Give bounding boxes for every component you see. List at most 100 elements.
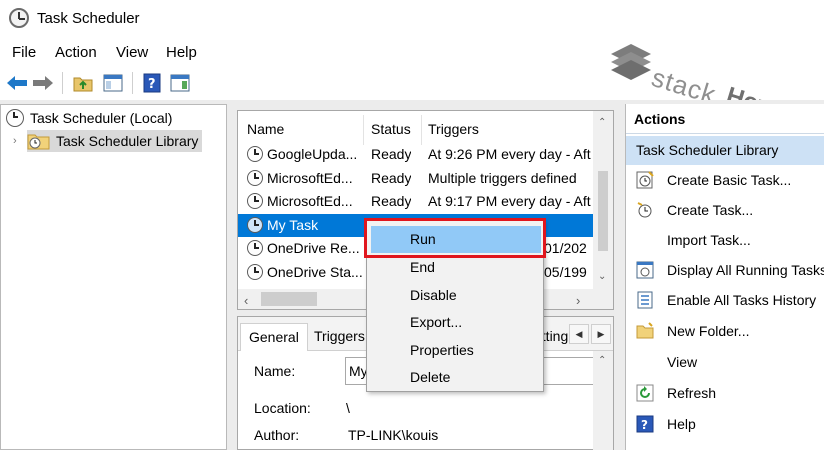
- task-triggers: Multiple triggers defined: [428, 170, 577, 186]
- run-highlight-box: [364, 218, 546, 258]
- actions-section-library[interactable]: Task Scheduler Library: [626, 136, 824, 165]
- context-menu-disable[interactable]: Disable: [367, 282, 543, 309]
- tab-scroll-right-icon[interactable]: ▶: [591, 324, 611, 344]
- horizontal-scroll-thumb[interactable]: [261, 292, 317, 306]
- task-status: Ready: [371, 146, 412, 162]
- task-scheduler-clock-icon: [9, 8, 29, 28]
- help-icon: ?: [636, 415, 654, 433]
- clock-icon: [6, 109, 24, 127]
- action-label: Import Task...: [667, 232, 751, 248]
- action-create-basic-task[interactable]: Create Basic Task...: [626, 167, 824, 195]
- arrow-back-icon[interactable]: [5, 71, 29, 95]
- tree-node-library[interactable]: Task Scheduler Library: [27, 130, 203, 152]
- menu-help[interactable]: Help: [166, 44, 197, 61]
- task-status: Ready: [371, 193, 412, 209]
- tab-scroll-left-icon[interactable]: ◀: [569, 324, 589, 344]
- console-tree: Task Scheduler (Local) › Task Scheduler …: [0, 104, 227, 450]
- task-clock-icon: [247, 217, 263, 233]
- scroll-left-icon[interactable]: ‹: [244, 293, 248, 308]
- tab-triggers[interactable]: Triggers: [306, 323, 373, 351]
- toolbar-separator: [132, 72, 133, 94]
- task-triggers: 01/202: [544, 240, 587, 256]
- new-folder-icon: [636, 322, 654, 339]
- create-basic-task-icon: [636, 171, 654, 189]
- context-menu-properties[interactable]: Properties: [367, 337, 543, 364]
- task-row[interactable]: GoogleUpda... Ready At 9:26 PM every day…: [238, 143, 593, 166]
- task-triggers: 05/199: [544, 264, 587, 280]
- action-create-task[interactable]: Create Task...: [626, 197, 824, 225]
- action-label: Enable All Tasks History: [667, 292, 817, 308]
- menu-view[interactable]: View: [116, 44, 148, 61]
- location-label: Location:: [254, 400, 311, 416]
- vertical-scroll-thumb[interactable]: [598, 171, 608, 251]
- expand-chevron-icon[interactable]: ›: [13, 135, 17, 147]
- task-clock-icon: [247, 193, 263, 209]
- action-label: Help: [667, 416, 696, 432]
- name-label: Name:: [254, 363, 296, 379]
- window-title: Task Scheduler: [37, 10, 140, 27]
- column-divider[interactable]: [363, 115, 364, 145]
- help-icon[interactable]: ?: [140, 71, 164, 95]
- location-value: \: [346, 400, 350, 416]
- action-refresh[interactable]: Refresh: [626, 380, 824, 408]
- action-enable-tasks-history[interactable]: Enable All Tasks History: [626, 287, 824, 315]
- action-label: Create Basic Task...: [667, 172, 792, 188]
- action-view[interactable]: View: [626, 349, 824, 377]
- task-row[interactable]: MicrosoftEd... Ready Multiple triggers d…: [238, 167, 593, 190]
- column-header-status[interactable]: Status: [371, 121, 411, 137]
- scroll-up-icon[interactable]: ⌃: [598, 117, 606, 128]
- toolbar-separator: [62, 72, 63, 94]
- task-name: OneDrive Sta...: [267, 264, 362, 280]
- show-hide-action-pane-icon[interactable]: [168, 71, 192, 95]
- task-triggers: At 9:17 PM every day - Aft: [428, 193, 591, 209]
- task-name: MicrosoftEd...: [267, 193, 353, 209]
- menu-file[interactable]: File: [12, 44, 36, 61]
- action-label: Refresh: [667, 385, 717, 401]
- column-header-name[interactable]: Name: [247, 121, 284, 137]
- menu-action[interactable]: Action: [55, 44, 97, 61]
- stack-logo-icon: [611, 44, 651, 80]
- actions-header: Actions: [626, 104, 824, 134]
- running-tasks-icon: [636, 261, 654, 279]
- column-divider[interactable]: [421, 115, 422, 145]
- task-name: GoogleUpda...: [267, 146, 358, 162]
- task-clock-icon: [247, 146, 263, 162]
- actions-pane: Actions Task Scheduler Library Create Ba…: [625, 104, 824, 450]
- task-status: Ready: [371, 170, 412, 186]
- tab-general[interactable]: General: [240, 323, 308, 351]
- folder-clock-icon: [27, 134, 50, 150]
- tree-node-local[interactable]: Task Scheduler (Local): [6, 107, 172, 129]
- action-import-task[interactable]: Import Task...: [626, 227, 824, 255]
- scroll-down-icon[interactable]: ⌄: [598, 271, 606, 282]
- author-label: Author:: [254, 427, 300, 443]
- action-new-folder[interactable]: New Folder...: [626, 318, 824, 346]
- column-header-triggers[interactable]: Triggers: [428, 121, 479, 137]
- svg-text:?: ?: [148, 77, 156, 92]
- task-clock-icon: [247, 170, 263, 186]
- create-task-icon: [637, 202, 652, 218]
- context-menu-delete[interactable]: Delete: [367, 364, 543, 391]
- author-value: TP-LINK\kouis: [348, 427, 439, 443]
- refresh-icon: [636, 384, 654, 402]
- action-label: View: [667, 354, 698, 370]
- task-name: My Task: [267, 217, 319, 233]
- task-name: MicrosoftEd...: [267, 170, 353, 186]
- context-menu-export[interactable]: Export...: [367, 309, 543, 336]
- task-name: OneDrive Re...: [267, 240, 360, 256]
- context-menu-end[interactable]: End: [367, 254, 543, 281]
- menu-bar: File Action View Help: [0, 42, 600, 64]
- action-help[interactable]: ? Help: [626, 411, 824, 439]
- scroll-up-icon[interactable]: ⌃: [598, 355, 606, 366]
- tasks-history-icon: [637, 291, 653, 309]
- task-clock-icon: [247, 240, 263, 256]
- action-display-running-tasks[interactable]: Display All Running Tasks: [626, 257, 824, 285]
- folder-up-icon[interactable]: [71, 71, 95, 95]
- tree-node-label: Task Scheduler (Local): [30, 110, 173, 126]
- show-hide-console-tree-icon[interactable]: [101, 71, 125, 95]
- task-row[interactable]: MicrosoftEd... Ready At 9:17 PM every da…: [238, 190, 593, 213]
- scroll-right-icon[interactable]: ›: [576, 293, 580, 308]
- task-triggers: At 9:26 PM every day - Aft: [428, 146, 591, 162]
- svg-text:?: ?: [641, 418, 648, 432]
- arrow-forward-icon[interactable]: [31, 71, 55, 95]
- tree-node-label: Task Scheduler Library: [56, 133, 199, 149]
